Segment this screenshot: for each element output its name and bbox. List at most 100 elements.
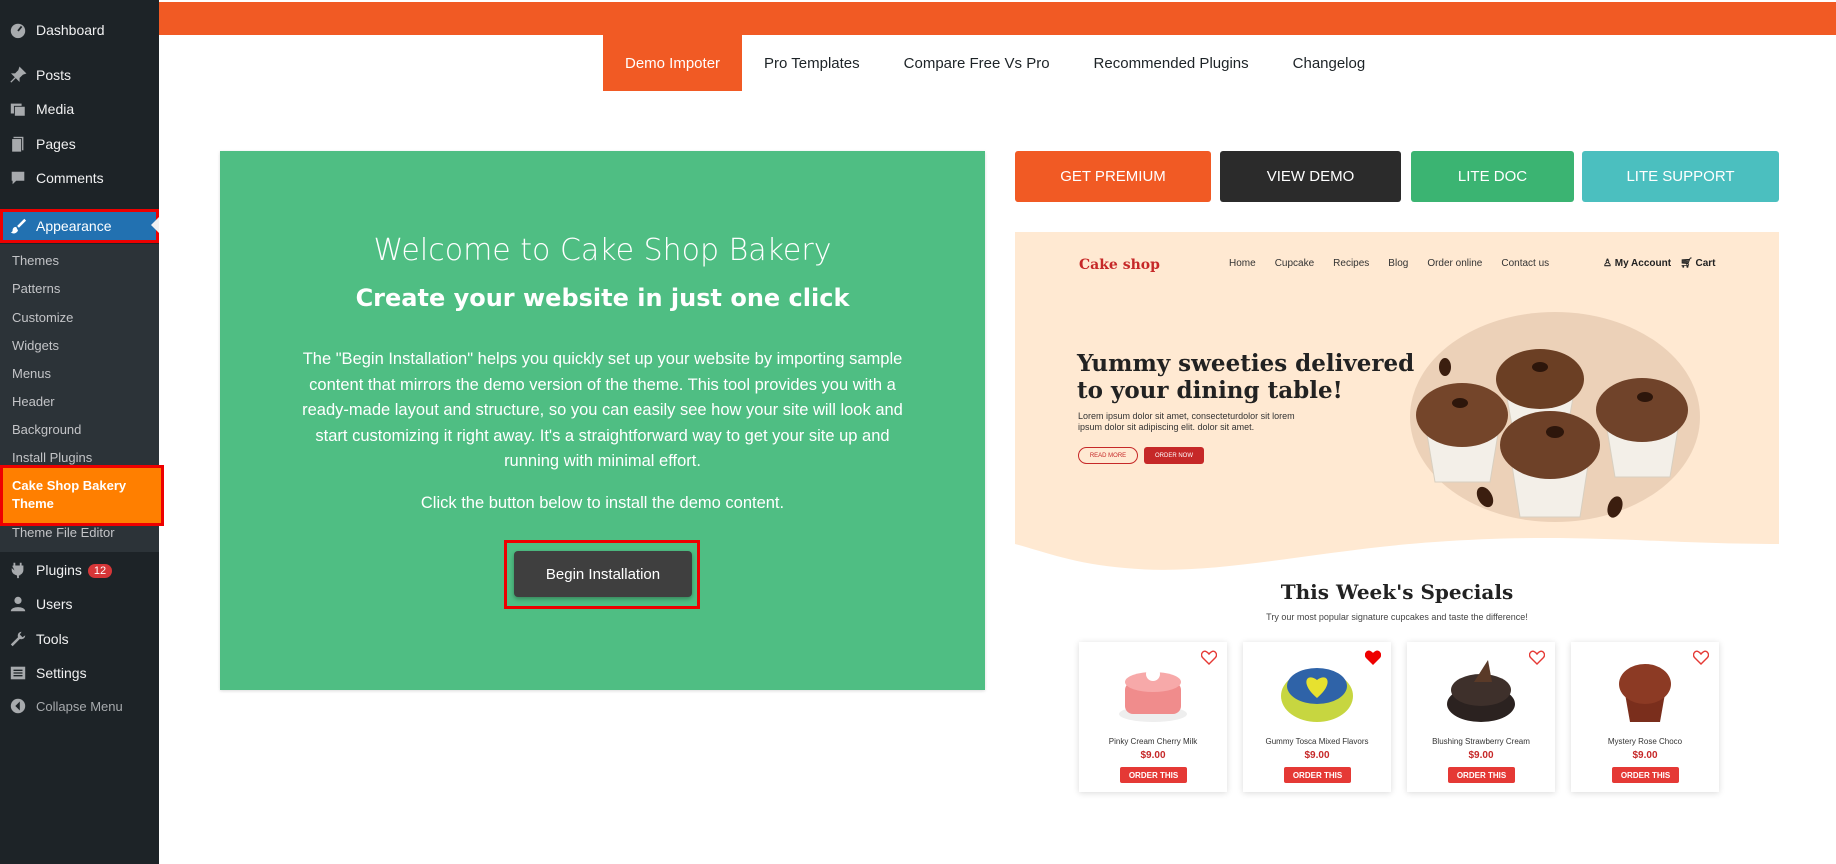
preview-logo: Cake shop [1079,257,1160,273]
preview-order-now: ORDER NOW [1144,447,1204,464]
menu-label: Pages [36,136,76,152]
lite-doc-button[interactable]: LITE DOC [1411,151,1574,202]
begin-installation-button[interactable]: Begin Installation [514,551,692,597]
heart-icon [1693,650,1709,665]
product-card: Pinky Cream Cherry Milk $9.00 ORDER THIS [1079,642,1227,792]
wrench-icon [8,629,28,649]
product-name: Pinky Cream Cherry Milk [1108,737,1198,746]
media-icon [8,99,28,119]
submenu-theme-file-editor[interactable]: Theme File Editor [12,525,115,540]
submenu-widgets[interactable]: Widgets [12,338,59,353]
pages-icon [8,134,28,154]
active-indicator [151,217,159,233]
paintbrush-icon [8,216,28,236]
menu-label: Tools [36,631,69,647]
install-note: Click the button below to install the de… [420,494,785,512]
plugin-icon [8,560,28,580]
submenu-menus[interactable]: Menus [12,366,51,381]
menu-plugins[interactable]: Plugins 12 [0,555,159,585]
tab-changelog[interactable]: Changelog [1271,35,1388,91]
collapse-menu-button[interactable]: Collapse Menu [0,691,159,721]
admin-sidebar: Dashboard Posts Media Pages Comments App… [0,0,164,864]
menu-posts[interactable]: Posts [0,60,159,90]
menu-label: Posts [36,67,72,83]
product-card: Gummy Tosca Mixed Flavors $9.00 ORDER TH… [1243,642,1391,792]
pushpin-icon [8,65,28,85]
tab-recommended-plugins[interactable]: Recommended Plugins [1072,35,1271,91]
update-count-badge: 12 [87,564,113,578]
submenu-patterns[interactable]: Patterns [12,281,60,296]
preview-headline: Yummy sweeties delivered to your dining … [1077,350,1415,404]
order-this-button: ORDER THIS [1448,767,1515,783]
menu-settings[interactable]: Settings [0,658,159,688]
dashboard-icon [8,20,28,40]
top-accent-bar [159,2,1836,35]
welcome-card: Welcome to Cake Shop Bakery Create your … [220,151,985,690]
preview-body: Lorem ipsum dolor sit amet, consecteturd… [1078,411,1295,432]
heart-icon [1365,650,1381,665]
menu-label: Dashboard [36,22,105,38]
heart-icon [1201,650,1217,665]
menu-dashboard[interactable]: Dashboard [0,15,159,45]
order-this-button: ORDER THIS [1120,767,1187,783]
menu-users[interactable]: Users [0,589,159,619]
menu-label: Plugins [36,562,82,578]
welcome-subtitle: Create your website in just one click [355,284,850,312]
order-this-button: ORDER THIS [1612,767,1679,783]
menu-media[interactable]: Media [0,94,159,124]
menu-label: Appearance [36,218,112,234]
cake-image [1119,667,1187,722]
product-price: $9.00 [1632,750,1658,761]
menu-tools[interactable]: Tools [0,624,159,654]
preview-nav-item: Cupcake [1274,258,1315,269]
submenu-active-label: Cake Shop Bakery Theme [12,478,127,511]
lite-support-button[interactable]: LITE SUPPORT [1582,151,1779,202]
settings-icon [8,663,28,683]
menu-pages[interactable]: Pages [0,129,159,159]
product-price: $9.00 [1140,750,1166,761]
submenu-background[interactable]: Background [12,422,81,437]
comment-icon [8,168,28,188]
cake-image [1281,668,1353,722]
menu-label: Users [36,596,73,612]
product-card: Mystery Rose Choco $9.00 ORDER THIS [1571,642,1719,792]
preview-read-more: READ MORE [1078,447,1138,464]
user-icon [8,594,28,614]
cake-image [1447,660,1515,722]
welcome-description: The "Begin Installation" helps you quick… [302,350,903,470]
get-premium-button[interactable]: GET PREMIUM [1015,151,1211,202]
product-price: $9.00 [1468,750,1494,761]
theme-preview[interactable]: Cake shop Home Cupcake Recipes Blog Orde… [1015,232,1779,805]
order-this-button: ORDER THIS [1284,767,1351,783]
tab-compare-free-vs-pro[interactable]: Compare Free Vs Pro [882,35,1072,91]
menu-label: Settings [36,665,87,681]
product-name: Mystery Rose Choco [1607,737,1683,746]
theme-tabs: Demo Impoter Pro Templates Compare Free … [603,35,1387,91]
product-card: Blushing Strawberry Cream $9.00 ORDER TH… [1407,642,1555,792]
product-price: $9.00 [1304,750,1330,761]
submenu-install-plugins[interactable]: Install Plugins [12,450,92,465]
tab-pro-templates[interactable]: Pro Templates [742,35,882,91]
submenu-themes[interactable]: Themes [12,253,59,268]
collapse-icon [8,696,28,716]
heart-icon [1529,650,1545,665]
product-name: Blushing Strawberry Cream [1432,737,1530,746]
menu-label: Media [36,101,75,117]
menu-label: Collapse Menu [36,698,123,714]
view-demo-button[interactable]: VIEW DEMO [1220,151,1401,202]
menu-label: Comments [36,170,104,186]
muffins-image [1410,312,1700,522]
submenu-header[interactable]: Header [12,394,55,409]
submenu-customize[interactable]: Customize [12,310,73,325]
specials-subtitle: Try our most popular signature cupcakes … [1266,612,1528,622]
specials-title: This Week's Specials [1280,580,1514,604]
cake-image [1619,664,1671,722]
product-name: Gummy Tosca Mixed Flavors [1265,737,1369,746]
preview-nav-item: Recipes [1333,258,1370,269]
menu-comments[interactable]: Comments [0,163,159,193]
welcome-title: Welcome to Cake Shop Bakery [373,233,832,268]
submenu-cake-shop-bakery-theme[interactable]: Cake Shop Bakery Theme [0,465,164,526]
preview-nav-item: Home [1229,258,1256,269]
tab-demo-importer[interactable]: Demo Impoter [603,35,743,91]
menu-appearance[interactable]: Appearance [0,209,159,243]
